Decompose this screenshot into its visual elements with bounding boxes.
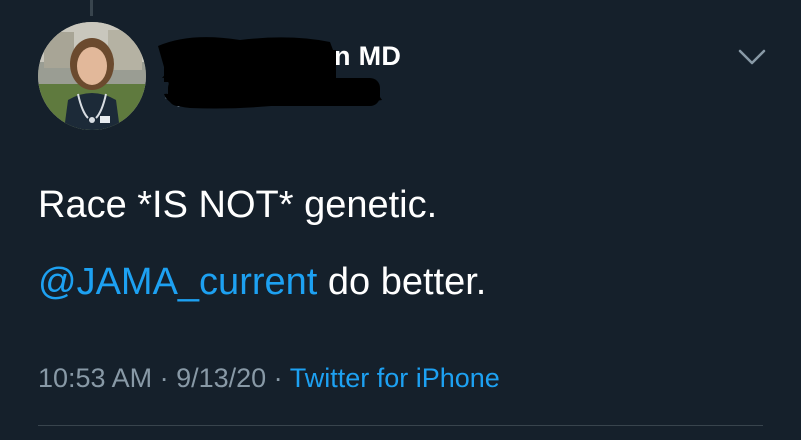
redaction-scribble xyxy=(158,37,382,109)
tweet-source-link[interactable]: Twitter for iPhone xyxy=(290,363,500,393)
avatar-photo xyxy=(38,22,146,130)
chevron-down-icon[interactable] xyxy=(736,45,768,69)
meta-separator: · xyxy=(266,363,290,393)
tweet-card: n MD 4) Race *IS NOT* genetic. @JAMA_cur… xyxy=(0,0,801,440)
mention-link[interactable]: @JAMA_current xyxy=(38,261,317,303)
tweet-date: 9/13/20 xyxy=(176,363,267,393)
thread-connector-line xyxy=(90,0,93,16)
tweet-text: Race *IS NOT* genetic. @JAMA_current do … xyxy=(38,182,778,305)
tweet-text-line-2-rest: do better. xyxy=(317,261,487,303)
meta-separator: · xyxy=(152,363,177,393)
divider xyxy=(38,425,763,426)
tweet-time: 10:53 AM xyxy=(38,363,153,393)
tweet-metadata: 10:53 AM · 9/13/20 · Twitter for iPhone xyxy=(38,363,500,394)
tweet-text-line-1: Race *IS NOT* genetic. xyxy=(38,184,438,226)
avatar[interactable] xyxy=(38,22,146,130)
tweet-text-line-2: @JAMA_current do better. xyxy=(38,259,778,305)
